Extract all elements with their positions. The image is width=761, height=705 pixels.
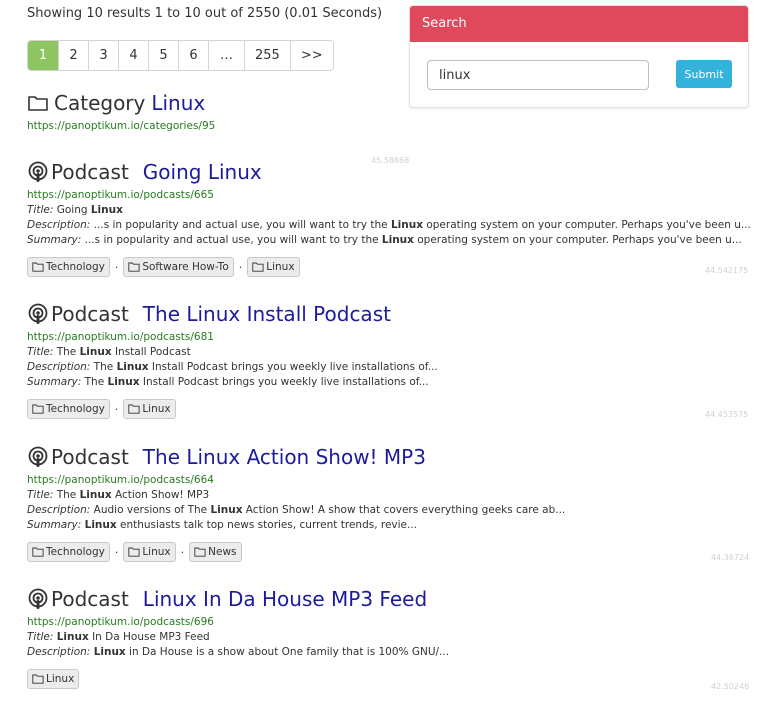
folder-icon — [27, 92, 49, 114]
result-url[interactable]: https://panoptikum.io/podcasts/696 — [27, 616, 449, 628]
result-summary-line: Summary: Linux enthusiasts talk top news… — [27, 519, 418, 531]
result-title-link[interactable]: Linux In Da House MP3 Feed — [143, 587, 427, 611]
page-6-link[interactable]: 6 — [179, 41, 209, 70]
result-title-link[interactable]: The Linux Install Podcast — [143, 302, 391, 326]
search-panel: Search Submit — [409, 5, 749, 108]
tag-technology[interactable]: Technology — [27, 542, 110, 562]
result-title-line: Title: The Linux Action Show! MP3 — [27, 489, 210, 501]
category-url[interactable]: https://panoptikum.io/categories/95 — [27, 120, 215, 132]
folder-icon — [32, 674, 44, 684]
tag-software-how-to[interactable]: Software How-To — [123, 257, 234, 277]
tag-technology[interactable]: Technology — [27, 399, 110, 419]
folder-icon — [252, 262, 264, 272]
result-score: 42.50246 — [711, 682, 750, 691]
page-5-link[interactable]: 5 — [149, 41, 179, 70]
page-4-link[interactable]: 4 — [119, 41, 149, 70]
search-panel-header: Search — [410, 6, 748, 42]
category-result: Category Linux https://panoptikum.io/cat… — [27, 91, 215, 132]
folder-icon — [194, 547, 206, 557]
result-description-line: Description: Linux in Da House is a show… — [27, 646, 450, 658]
result-score: 44.36724 — [711, 553, 750, 562]
result-score: 44.542175 — [705, 266, 749, 275]
result-description-line: Description: ...s in popularity and actu… — [27, 219, 751, 231]
tag-list: Linux — [27, 669, 449, 689]
podcast-icon — [27, 161, 49, 183]
page-255-link[interactable]: 255 — [245, 41, 291, 70]
result-summary-line: Summary: The Linux Install Podcast bring… — [27, 376, 429, 388]
result-title-line: Title: The Linux Install Podcast — [27, 346, 191, 358]
tag-linux[interactable]: Linux — [123, 399, 176, 419]
folder-icon — [32, 404, 44, 414]
folder-icon — [32, 547, 44, 557]
category-type-label: Category — [54, 91, 146, 115]
result-title-line: Title: Going Linux — [27, 204, 123, 216]
podcast-icon — [27, 303, 49, 325]
tag-linux[interactable]: Linux — [27, 669, 80, 689]
result-url[interactable]: https://panoptikum.io/podcasts/664 — [27, 474, 565, 486]
folder-icon — [32, 262, 44, 272]
page-2-link[interactable]: 2 — [59, 41, 89, 70]
page-ellipsis[interactable]: … — [209, 41, 245, 70]
result-title-link[interactable]: The Linux Action Show! MP3 — [143, 445, 426, 469]
submit-button[interactable]: Submit — [676, 60, 732, 88]
podcast-icon — [27, 588, 49, 610]
tag-linux[interactable]: Linux — [247, 257, 300, 277]
pagination: 1 2 3 4 5 6 … 255 >> — [27, 40, 334, 71]
result-url[interactable]: https://panoptikum.io/podcasts/681 — [27, 331, 438, 343]
tag-list: Technology · Linux — [27, 399, 438, 419]
podcast-result: Podcast Linux In Da House MP3 Feed https… — [27, 587, 449, 689]
folder-icon — [128, 404, 140, 414]
result-description-line: Description: The Linux Install Podcast b… — [27, 361, 438, 373]
podcast-icon — [27, 446, 49, 468]
tag-list: Technology · Linux · News — [27, 542, 565, 562]
result-url[interactable]: https://panoptikum.io/podcasts/665 — [27, 189, 751, 201]
result-title-line: Title: Linux In Da House MP3 Feed — [27, 631, 210, 643]
folder-icon — [128, 262, 140, 272]
podcast-result: Podcast The Linux Install Podcast https:… — [27, 302, 438, 419]
tag-news[interactable]: News — [189, 542, 242, 562]
result-title-link[interactable]: Going Linux — [143, 160, 262, 184]
result-type-label: Podcast — [51, 302, 129, 326]
result-type-label: Podcast — [51, 160, 129, 184]
result-type-label: Podcast — [51, 587, 129, 611]
result-summary-line: Summary: ...s in popularity and actual u… — [27, 234, 742, 246]
result-score: 44.453575 — [705, 410, 749, 419]
result-description-line: Description: Audio versions of The Linux… — [27, 504, 566, 516]
tag-linux[interactable]: Linux — [123, 542, 176, 562]
podcast-result: Podcast Going Linux https://panoptikum.i… — [27, 160, 751, 277]
folder-icon — [128, 547, 140, 557]
tag-technology[interactable]: Technology — [27, 257, 110, 277]
category-name-link[interactable]: Linux — [151, 91, 205, 115]
results-summary: Showing 10 results 1 to 10 out of 2550 (… — [27, 6, 383, 21]
next-page-link[interactable]: >> — [290, 41, 333, 70]
page-3-link[interactable]: 3 — [89, 41, 119, 70]
tag-list: Technology · Software How-To · Linux — [27, 257, 751, 277]
page-1-link[interactable]: 1 — [28, 41, 59, 70]
result-type-label: Podcast — [51, 445, 129, 469]
search-input[interactable] — [427, 60, 649, 90]
podcast-result: Podcast The Linux Action Show! MP3 https… — [27, 445, 565, 562]
result-score: 45.58868 — [371, 156, 410, 165]
